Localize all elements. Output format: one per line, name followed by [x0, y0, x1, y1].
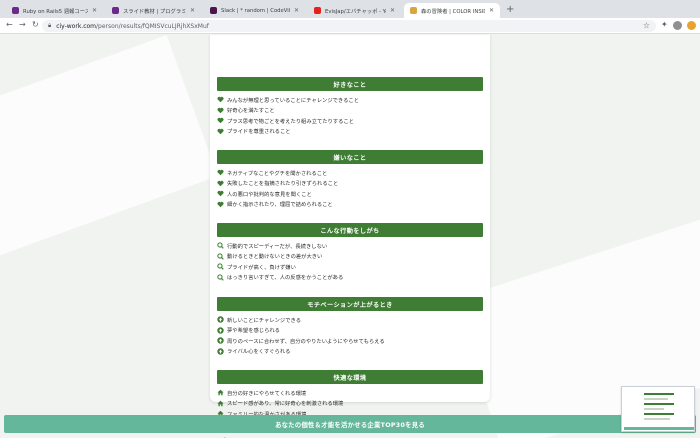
heart-icon: [217, 169, 224, 176]
extension-badge-icon[interactable]: [687, 21, 696, 30]
tab-favicon-icon: [12, 7, 19, 14]
list-item-text: 細かく指示されたり、理屈で詰められること: [227, 202, 333, 209]
search-icon: [217, 274, 224, 281]
tab-favicon-icon: [112, 7, 119, 14]
page-viewport: 好きなことみんなが無理と思っていることにチャレンジできること 好奇心を満たすことプ…: [0, 35, 700, 438]
url-host: ciy-work.com: [56, 22, 97, 30]
tab-close-icon[interactable]: ✕: [390, 7, 395, 14]
url-path: /person/results/fQMISVcuLJRjhXSxMuf: [96, 22, 209, 30]
browser-tab[interactable]: Slack | * random | CodeVillage ✕: [204, 3, 305, 18]
bookmark-star-icon[interactable]: ☆: [643, 21, 650, 30]
tab-close-icon[interactable]: ✕: [92, 7, 97, 14]
list-item-text: 失敗したことを指摘されたり引きずられること: [227, 181, 339, 188]
background-shape: [0, 35, 218, 265]
tab-close-icon[interactable]: ✕: [294, 7, 299, 14]
list-item: はっきり言いすぎて、人の反感をかうことがある: [217, 273, 343, 282]
browser-tab[interactable]: Ruby on Rails5 週報コース (V) | ✕: [6, 3, 103, 18]
list-item-text: ネガティブなことやグチを聞かされること: [227, 170, 328, 177]
list-item: 人の悪口や批判的な意見を聞くこと: [217, 189, 312, 198]
browser-tab[interactable]: スライド教材 | プログラミングの ✕: [106, 3, 201, 18]
heart-icon: [217, 180, 224, 187]
list-item-text: 新しいことにチャレンジできる: [227, 317, 301, 324]
list-item-text: プライドが高く、負けず嫌い: [227, 264, 296, 271]
list-item-text: 夢や希望を感じられる: [227, 328, 280, 335]
list-item: 好奇心を満たすこと: [217, 106, 275, 115]
heart-icon: [217, 117, 224, 124]
reload-icon[interactable]: ↻: [32, 20, 39, 29]
house-icon: [217, 400, 224, 407]
list-item: プライドを尊重されること: [217, 127, 291, 136]
list-item: ネガティブなことやグチを聞かされること: [217, 168, 327, 177]
list-item-text: 人の悪口や批判的な意見を聞くこと: [227, 191, 312, 198]
tab-favicon-icon: [210, 7, 217, 14]
list-item: 自分の好きにやらせてくれる環境: [217, 388, 306, 397]
list-item-text: はっきり言いすぎて、人の反感をかうことがある: [227, 275, 344, 282]
up-arrow-icon: [217, 326, 224, 334]
heart-icon: [217, 128, 224, 135]
lock-icon: 🔒︎: [48, 22, 52, 29]
forward-icon[interactable]: →: [19, 20, 26, 29]
section-header: モチベーションが上がるとき: [217, 297, 483, 311]
extensions-puzzle-icon[interactable]: ✦: [661, 20, 668, 29]
list-item: プライドが高く、負けず嫌い: [217, 262, 296, 271]
back-icon[interactable]: ←: [6, 20, 13, 29]
tab-label: スライド教材 | プログラミングの: [123, 8, 186, 15]
list-item: 行動的でスピーディーだが、長続きしない: [217, 241, 327, 250]
cta-label: あなたの個性＆才能を活かせる企業TOP30を見る: [275, 421, 425, 429]
list-item-text: 動けるときと動けないときの差が大きい: [227, 254, 323, 261]
list-item: 失敗したことを指摘されたり引きずられること: [217, 179, 338, 188]
list-item: スピード感があり、常に好奇心を刺激される環境: [217, 399, 343, 408]
list-item: 周りのペースに合わせず、自分のやりたいようにやらせてもらえる: [217, 336, 385, 345]
profile-avatar[interactable]: [673, 21, 682, 30]
personality-result-card: 好きなことみんなが無理と思っていることにチャレンジできること 好奇心を満たすことプ…: [210, 35, 490, 428]
list-item: 新しいことにチャレンジできる: [217, 315, 301, 324]
list-item-text: プラス思考で物ごとを考えたり組み立てたりすること: [227, 118, 355, 125]
list-item-text: 自分の好きにやらせてくれる環境: [227, 390, 307, 397]
section-header: 快適な環境: [217, 370, 483, 384]
section-header: 嫌いなこと: [217, 150, 483, 164]
new-tab-button[interactable]: +: [506, 4, 514, 15]
search-icon: [217, 242, 224, 249]
heart-icon: [217, 201, 224, 208]
list-item-text: みんなが無理と思っていることにチャレンジできること: [227, 97, 359, 104]
browser-tab[interactable]: EvisJap/エバチャッポ - YouTu ✕: [308, 3, 401, 18]
section-header: こんな行動をしがち: [217, 223, 483, 237]
list-item-text: プライドを尊重されること: [227, 129, 291, 136]
tab-label: 森の冒険者 | COLOR INSIDE YO: [421, 8, 485, 15]
heart-icon: [217, 96, 224, 103]
list-item: プラス思考で物ごとを考えたり組み立てたりすること: [217, 116, 354, 125]
up-arrow-icon: [217, 348, 224, 355]
list-item: 夢や希望を感じられる: [217, 326, 280, 335]
list-item-text: スピード感があり、常に好奇心を刺激される環境: [227, 401, 344, 408]
tab-label: Ruby on Rails5 週報コース (V) |: [23, 8, 88, 15]
list-item-text: 周りのペースに合わせず、自分のやりたいようにやらせてもらえる: [227, 338, 385, 345]
address-bar[interactable]: 🔒︎ ciy-work.com/person/results/fQMISVcuL…: [42, 20, 656, 32]
tab-label: EvisJap/エバチャッポ - YouTu: [325, 8, 386, 15]
heart-icon: [217, 107, 224, 114]
heart-icon: [217, 190, 224, 197]
browser-toolbar: ← → ↻ 🔒︎ ciy-work.com/person/results/fQM…: [0, 18, 700, 34]
tab-close-icon[interactable]: ✕: [190, 7, 195, 14]
list-item: 動けるときと動けないときの差が大きい: [217, 252, 322, 261]
list-item: みんなが無理と思っていることにチャレンジできること: [217, 95, 359, 104]
tab-close-icon[interactable]: ✕: [489, 7, 494, 14]
up-arrow-icon: [217, 316, 224, 323]
browser-tab[interactable]: 森の冒険者 | COLOR INSIDE YO ✕: [404, 3, 500, 18]
list-item-text: 好奇心を満たすこと: [227, 108, 275, 115]
house-icon: [217, 389, 224, 396]
list-item-text: ライバル心をくすぐられる: [227, 349, 291, 356]
section-header: 好きなこと: [217, 77, 483, 91]
top30-companies-button[interactable]: あなたの個性＆才能を活かせる企業TOP30を見る: [4, 415, 696, 433]
list-item: 細かく指示されたり、理屈で詰められること: [217, 200, 333, 209]
tab-label: Slack | * random | CodeVillage: [221, 7, 290, 14]
list-item-text: 行動的でスピーディーだが、長続きしない: [227, 243, 328, 250]
floating-preview-thumbnail[interactable]: [621, 386, 695, 432]
up-arrow-icon: [217, 337, 224, 344]
search-icon: [217, 263, 224, 270]
tab-favicon-icon: [410, 7, 417, 14]
browser-tab-strip: Ruby on Rails5 週報コース (V) |✕スライド教材 | プログラ…: [0, 0, 700, 18]
list-item: ライバル心をくすぐられる: [217, 347, 290, 356]
search-icon: [217, 252, 224, 260]
tab-favicon-icon: [314, 7, 321, 14]
